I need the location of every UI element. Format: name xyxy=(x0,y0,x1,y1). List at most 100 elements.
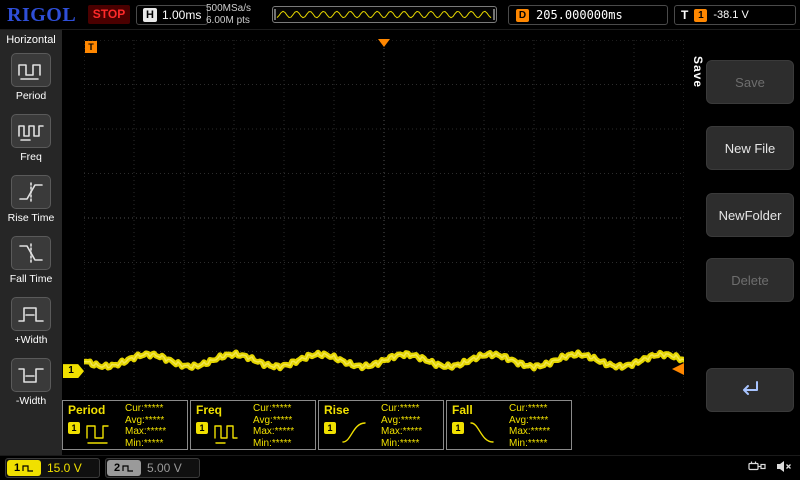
left-menu-item-rise-time[interactable]: Rise Time xyxy=(8,175,55,224)
measurement-name: Rise xyxy=(324,403,349,417)
measurement-panel-period: Period 1 Cur:***** Avg:***** Max:***** M… xyxy=(62,400,188,450)
channel2-number: 2 xyxy=(114,462,120,474)
brand-logo: RIGOL xyxy=(7,4,76,27)
left-menu-item-minus-width[interactable]: -Width xyxy=(11,358,51,407)
channel-badge: 1 xyxy=(68,422,80,434)
field-label: Min: xyxy=(253,438,272,449)
sample-rate: 500MSa/s xyxy=(206,3,251,15)
field-label: Cur: xyxy=(253,403,272,414)
field-value: ***** xyxy=(144,403,163,414)
measurement-panel-rise: Rise 1 Cur:***** Avg:***** Max:***** Min… xyxy=(318,400,444,450)
field-label: Avg: xyxy=(253,415,273,426)
measurement-name: Period xyxy=(68,403,105,417)
field-value: ***** xyxy=(272,403,291,414)
channel1-tag: 1 xyxy=(7,460,41,476)
left-menu-item-period[interactable]: Period xyxy=(11,53,51,102)
field-label: Cur: xyxy=(381,403,400,414)
left-menu-label: Freq xyxy=(20,151,42,163)
field-value: ***** xyxy=(147,426,166,437)
freq-icon xyxy=(11,114,51,148)
field-value: ***** xyxy=(145,415,164,426)
field-label: Max: xyxy=(253,426,275,437)
menu-tab-save: Save xyxy=(691,56,705,88)
field-value: ***** xyxy=(528,438,547,449)
left-menu-item-plus-width[interactable]: +Width xyxy=(11,297,51,346)
delay-value: 205.000000ms xyxy=(536,8,623,22)
field-label: Min: xyxy=(125,438,144,449)
trigger-source-badge: 1 xyxy=(694,9,707,22)
status-icons xyxy=(748,460,792,478)
measurement-panel-freq: Freq 1 Cur:***** Avg:***** Max:***** Min… xyxy=(190,400,316,450)
scope-graticule-and-waveform xyxy=(84,40,684,396)
enter-button[interactable] xyxy=(706,368,794,412)
field-label: Max: xyxy=(125,426,147,437)
left-menu-label: +Width xyxy=(15,334,48,346)
memory-waveform-preview xyxy=(272,6,497,23)
channel1-number: 1 xyxy=(14,462,20,474)
new-file-button[interactable]: New File xyxy=(706,126,794,170)
trigger-level-value: -38.1 V xyxy=(713,9,748,21)
field-label: Avg: xyxy=(381,415,401,426)
field-label: Max: xyxy=(381,426,403,437)
field-value: ***** xyxy=(144,438,163,449)
speaker-muted-icon xyxy=(776,460,792,478)
field-value: ***** xyxy=(400,403,419,414)
delay-label: D xyxy=(516,9,529,22)
measurement-name: Freq xyxy=(196,403,222,417)
top-status-bar: RIGOL STOP H 1.00ms 500MSa/s 6.00M pts D… xyxy=(0,0,800,30)
measurement-panel-fall: Fall 1 Cur:***** Avg:***** Max:***** Min… xyxy=(446,400,572,450)
trigger-corner-marker: T xyxy=(85,41,97,53)
delay-readout: D 205.000000ms xyxy=(508,5,668,25)
field-value: ***** xyxy=(400,438,419,449)
channel1-zero-marker[interactable]: 1 xyxy=(63,364,84,378)
field-label: Cur: xyxy=(125,403,144,414)
left-menu-label: Period xyxy=(16,90,46,102)
preview-waveform-icon xyxy=(273,7,496,22)
trigger-label: T xyxy=(681,8,688,22)
left-menu-item-freq[interactable]: Freq xyxy=(11,114,51,163)
left-menu-label: -Width xyxy=(16,395,46,407)
fall-measure-icon xyxy=(469,418,495,451)
field-value: ***** xyxy=(529,415,548,426)
right-softkey-menu: Save Save New File NewFolder Delete xyxy=(690,30,800,455)
channel2-status[interactable]: 2 5.00 V xyxy=(105,458,200,478)
field-value: ***** xyxy=(272,438,291,449)
acquisition-info: 500MSa/s 6.00M pts xyxy=(206,3,251,27)
channel-badge: 1 xyxy=(452,422,464,434)
run-state-badge: STOP xyxy=(88,5,130,24)
left-menu-label: Fall Time xyxy=(10,273,53,285)
return-arrow-icon xyxy=(737,377,763,404)
channel1-status[interactable]: 1 15.0 V xyxy=(5,458,100,478)
timebase-value: 1.00ms xyxy=(162,8,201,22)
channel-badge: 1 xyxy=(196,422,208,434)
minus-width-icon xyxy=(11,358,51,392)
left-menu-item-fall-time[interactable]: Fall Time xyxy=(10,236,53,285)
channel2-tag: 2 xyxy=(107,460,141,476)
horizontal-timebase-readout: H 1.00ms xyxy=(136,5,208,25)
usb-icon xyxy=(748,460,766,478)
save-button[interactable]: Save xyxy=(706,60,794,104)
field-value: ***** xyxy=(273,415,292,426)
trigger-position-marker[interactable] xyxy=(378,39,390,47)
field-label: Min: xyxy=(509,438,528,449)
channel-status-bar: 1 15.0 V 2 5.00 V xyxy=(0,455,800,480)
channel2-scale: 5.00 V xyxy=(147,461,182,475)
field-value: ***** xyxy=(403,426,422,437)
scope-display: T 1 Period 1 Cur:***** Avg:***** Max:***… xyxy=(62,30,690,455)
field-label: Avg: xyxy=(509,415,529,426)
field-label: Avg: xyxy=(125,415,145,426)
channel-wave-icon xyxy=(122,464,134,473)
left-menu-title: Horizontal xyxy=(6,34,56,46)
delete-button[interactable]: Delete xyxy=(706,258,794,302)
plus-width-icon xyxy=(11,297,51,331)
field-label: Min: xyxy=(381,438,400,449)
new-folder-button[interactable]: NewFolder xyxy=(706,193,794,237)
field-value: ***** xyxy=(401,415,420,426)
trigger-readout: T 1 -38.1 V xyxy=(674,5,796,25)
measurement-name: Fall xyxy=(452,403,473,417)
freq-measure-icon xyxy=(213,418,239,451)
oscilloscope-screen: RIGOL STOP H 1.00ms 500MSa/s 6.00M pts D… xyxy=(0,0,800,480)
fall-time-icon xyxy=(11,236,51,270)
left-menu-label: Rise Time xyxy=(8,212,55,224)
channel-wave-icon xyxy=(22,464,34,473)
